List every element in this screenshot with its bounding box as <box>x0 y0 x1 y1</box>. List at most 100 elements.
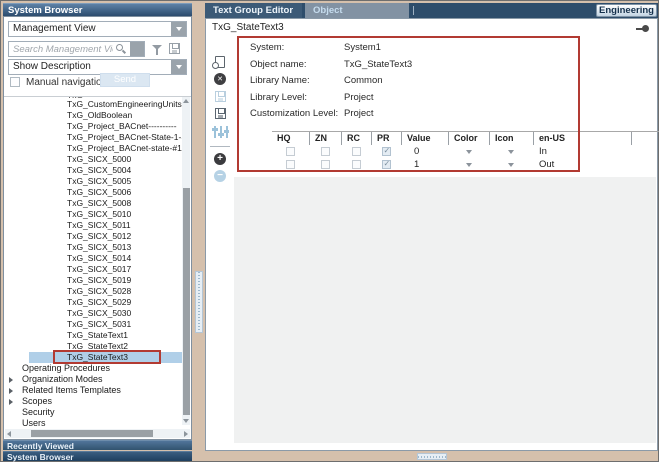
table-cell <box>631 145 659 158</box>
tree-item[interactable]: TxG_SICX_5005 <box>29 176 182 187</box>
delete-text-group-button[interactable] <box>206 73 234 85</box>
tree-item[interactable]: TxG_CustomEngineeringUnits <box>29 99 182 110</box>
view-selector-dropdown[interactable]: Management View <box>8 21 187 37</box>
tree-item[interactable]: TxG_OldBoolean <box>29 110 182 121</box>
save-search-icon[interactable] <box>169 43 180 54</box>
tree-item[interactable]: TxG_SICX_5006 <box>29 187 182 198</box>
horizontal-splitter-handle[interactable] <box>417 453 447 460</box>
tree-item-label: TxG_SICX_5019 <box>29 275 182 286</box>
column-header: PR <box>371 132 401 145</box>
scroll-down-icon[interactable] <box>183 419 189 423</box>
icon-dropdown-icon[interactable] <box>508 163 514 167</box>
vertical-scrollbar[interactable] <box>182 97 190 425</box>
tree-item[interactable]: TxG_SICX_5012 <box>29 231 182 242</box>
tree-item[interactable]: TxG_SICX_5014 <box>29 253 182 264</box>
tree-item[interactable]: TxG_SICX_5000 <box>29 154 182 165</box>
tree-item-label: Organization Modes <box>4 374 182 385</box>
tree-item[interactable]: TxG_SICX_5017 <box>29 264 182 275</box>
field-value: Common <box>344 74 383 88</box>
zn-checkbox[interactable] <box>321 160 330 169</box>
column-header: Color <box>448 132 489 145</box>
tree-item[interactable]: TxG_SICX_5013 <box>29 242 182 253</box>
horizontal-scrollbar[interactable] <box>5 429 190 438</box>
expand-arrow-icon[interactable] <box>9 377 13 383</box>
object-title: TxG_StateText3 <box>206 19 657 36</box>
scroll-right-icon[interactable] <box>184 431 188 437</box>
editor-panel: Text Group Editor Object Configurator En… <box>205 3 658 451</box>
tree-item[interactable]: Scopes <box>4 396 182 407</box>
tree-item[interactable]: TxG_SICX_5031 <box>29 319 182 330</box>
send-button[interactable]: Send <box>100 73 150 87</box>
tab-text-group-editor[interactable]: Text Group Editor <box>205 3 302 18</box>
search-input[interactable] <box>9 42 113 56</box>
tree-item-label: TxG_SICX_5012 <box>29 231 182 242</box>
new-text-group-button[interactable] <box>206 56 234 68</box>
color-dropdown-icon[interactable] <box>466 163 472 167</box>
text-group-properties-button[interactable] <box>206 126 234 138</box>
vertical-scrollbar-thumb[interactable] <box>183 188 190 415</box>
pin-icon[interactable] <box>636 25 649 32</box>
tree-item[interactable]: Related Items Templates <box>4 385 182 396</box>
engineering-mode-button[interactable]: Engineering <box>596 4 657 17</box>
chevron-down-icon[interactable] <box>171 22 186 36</box>
tree-item-label: TxG_Project_BACnet---------- <box>29 121 182 132</box>
tree-item[interactable]: TxG_SICX_5011 <box>29 220 182 231</box>
remove-entry-button[interactable] <box>206 170 234 182</box>
save-button[interactable] <box>206 91 234 102</box>
manual-navigation-row: Manual navigation <box>10 75 107 89</box>
scroll-up-icon[interactable] <box>183 99 189 103</box>
horizontal-scrollbar-thumb[interactable] <box>31 430 153 437</box>
tree-item[interactable]: TxG_SICX_5028 <box>29 286 182 297</box>
tree-item[interactable]: TxG_SICX_5019 <box>29 275 182 286</box>
form-field-row: System:System1 <box>234 41 657 55</box>
tree-item[interactable]: Security <box>4 407 182 418</box>
tree-item[interactable]: TxG_Project_BACnet-State-1-State-2 <box>29 132 182 143</box>
column-header: Value <box>401 132 448 145</box>
tree-item-label: TxG_SICX_5006 <box>29 187 182 198</box>
tree-item[interactable]: TxG_StateText2 <box>29 341 182 352</box>
tree-item[interactable]: TxG_SICX_5008 <box>29 198 182 209</box>
scroll-left-icon[interactable] <box>7 431 11 437</box>
tree-item[interactable]: Operating Procedures <box>4 363 182 374</box>
tree-item-label: TxG_SICX_5010 <box>29 209 182 220</box>
tree-item[interactable]: Users <box>4 418 182 427</box>
save-as-button[interactable] <box>206 108 234 119</box>
icon-dropdown-icon[interactable] <box>508 150 514 154</box>
tree-item[interactable]: TxG_SICX_5010 <box>29 209 182 220</box>
column-header: ZN <box>309 132 341 145</box>
search-options-chevron-icon[interactable] <box>130 42 144 56</box>
zn-checkbox[interactable] <box>321 147 330 156</box>
tree-item[interactable]: TxG_SICX_5004 <box>29 165 182 176</box>
add-entry-button[interactable] <box>206 153 234 165</box>
tree-item[interactable]: Organization Modes <box>4 374 182 385</box>
table-row[interactable]: 1Out <box>272 158 659 171</box>
color-dropdown-icon[interactable] <box>466 150 472 154</box>
rc-checkbox[interactable] <box>352 160 361 169</box>
filter-icon[interactable] <box>152 45 162 50</box>
pr-checkbox[interactable] <box>382 147 391 156</box>
tree-item[interactable]: TxG_SICX_5029 <box>29 297 182 308</box>
system-browser-bar[interactable]: System Browser <box>3 451 192 461</box>
hq-checkbox[interactable] <box>286 147 295 156</box>
expand-arrow-icon[interactable] <box>9 388 13 394</box>
tree-item[interactable]: TxG_StateText1 <box>29 330 182 341</box>
rc-checkbox[interactable] <box>352 147 361 156</box>
table-cell <box>489 158 533 171</box>
tree-item[interactable]: TxG_StateText3 <box>29 352 182 363</box>
pr-checkbox[interactable] <box>382 160 391 169</box>
tree-item[interactable]: TxG_Project_BACnet-state-#1-state-# <box>29 143 182 154</box>
recently-viewed-bar[interactable]: Recently Viewed <box>3 440 192 450</box>
tree-item[interactable]: TxG_Project_BACnet---------- <box>29 121 182 132</box>
form-field-row: Library Level:Project <box>234 91 657 105</box>
description-selector-dropdown[interactable]: Show Description <box>8 59 187 75</box>
text-group-editor-content: TxG_StateText3 System:System1Object name… <box>205 18 658 451</box>
chevron-down-icon[interactable] <box>171 60 186 74</box>
hq-checkbox[interactable] <box>286 160 295 169</box>
manual-navigation-checkbox[interactable] <box>10 77 20 87</box>
expand-arrow-icon[interactable] <box>9 399 13 405</box>
tree-item[interactable]: TxG_SICX_5030 <box>29 308 182 319</box>
vertical-splitter-handle[interactable] <box>195 271 203 333</box>
table-row[interactable]: 0In <box>272 145 659 158</box>
tab-object-configurator[interactable]: Object Configurator <box>305 3 409 18</box>
tree-item-label: Scopes <box>4 396 182 407</box>
